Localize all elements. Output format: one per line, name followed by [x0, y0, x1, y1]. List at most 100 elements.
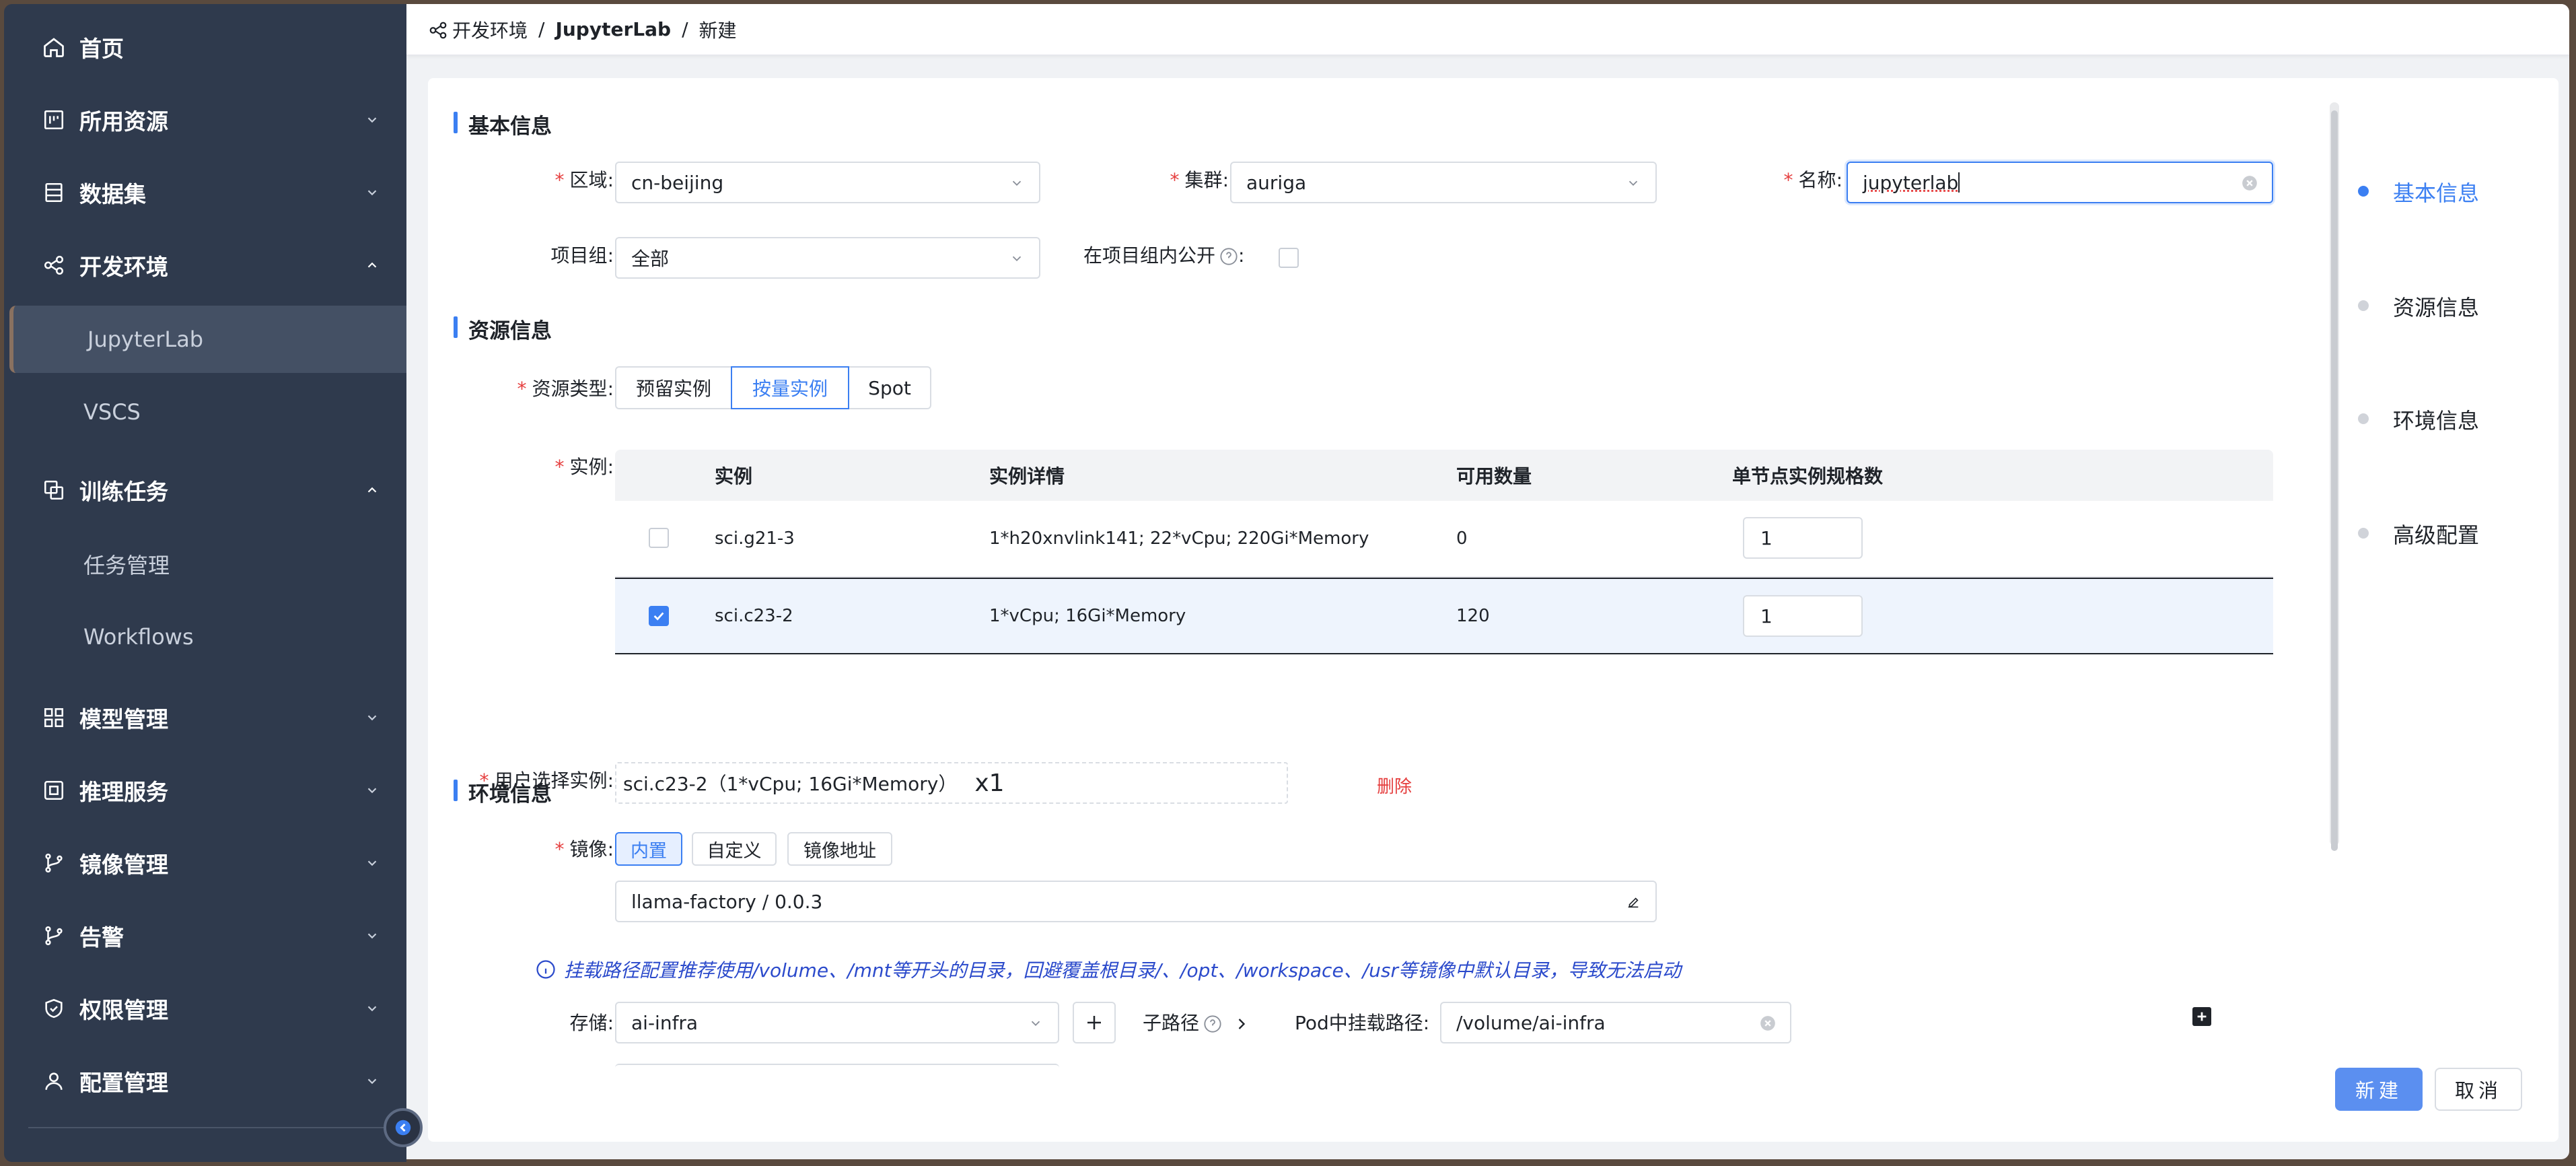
mount-path-value: /volume/ai-infra [1456, 1011, 1606, 1034]
check-icon [653, 612, 664, 621]
next-storage-row-edge [615, 1064, 1059, 1074]
region-select[interactable]: cn-beijing [615, 162, 1040, 203]
user-selected-multiplier: x1 [974, 769, 1005, 797]
sidebar-item-home[interactable]: 首页 [4, 13, 406, 81]
sidebar-item-inference[interactable]: 推理服务 [4, 757, 406, 824]
section-title-env: 环境信息 [454, 777, 552, 807]
edit-icon[interactable] [1626, 895, 1641, 910]
instance-detail: 1*h20xnvlink141; 22*vCpu; 220Gi*Memory [989, 528, 1369, 549]
name-input[interactable]: jupyterlab [1847, 162, 2273, 203]
mount-path-input[interactable]: /volume/ai-infra [1440, 1002, 1791, 1043]
delete-instance-link[interactable]: 删除 [1377, 773, 1412, 798]
chevron-down-icon [362, 110, 382, 130]
clear-icon[interactable] [2241, 174, 2258, 192]
devenv-icon [429, 22, 447, 39]
resource-type-reserved[interactable]: 预留实例 [615, 366, 732, 409]
help-icon[interactable] [1203, 1015, 1222, 1033]
anchor-resource[interactable]: 资源信息 [2393, 291, 2479, 322]
column-header: 实例详情 [989, 465, 1065, 487]
image-icon [40, 850, 67, 877]
mount-tip: 挂载路径配置推荐使用/volume、/mnt等开头的目录，回避覆盖根目录/、/o… [536, 956, 1681, 983]
table-row[interactable]: sci.c23-2 1*vCpu; 16Gi*Memory 120 1 [615, 578, 2273, 654]
sidebar-item-training[interactable]: 训练任务 [4, 456, 406, 524]
inference-icon [40, 777, 67, 804]
instance-name: sci.c23-2 [715, 606, 793, 626]
sidebar-item-devenv[interactable]: 开发环境 [4, 232, 406, 299]
resource-type-spot[interactable]: Spot [848, 366, 931, 409]
help-icon[interactable] [1219, 247, 1238, 266]
add-storage-button[interactable] [1073, 1002, 1116, 1043]
sidebar-item-label: 配置管理 [79, 1070, 168, 1096]
sidebar-divider [28, 1127, 386, 1128]
form-card: 基本信息 * 区域: cn-beijing * 集群: auriga * 名称: ju… [428, 78, 2559, 1142]
sidebar-item-label: 推理服务 [79, 779, 168, 805]
sidebar-item-label: 数据集 [79, 181, 146, 207]
user-selected-instance: sci.c23-2（1*vCpu; 16Gi*Memory） x1 [615, 762, 1288, 804]
form-scrollbar-thumb[interactable] [2331, 110, 2338, 851]
table-row[interactable]: sci.g21-3 1*h20xnvlink141; 22*vCpu; 220G… [615, 501, 2273, 578]
anchor-basic[interactable]: 基本信息 [2393, 176, 2479, 207]
public-checkbox[interactable] [1279, 248, 1299, 268]
row-checkbox[interactable] [649, 528, 669, 548]
sidebar-item-model[interactable]: 模型管理 [4, 684, 406, 751]
sidebar-item-config[interactable]: 配置管理 [4, 1048, 406, 1115]
sidebar-item-dataset[interactable]: 数据集 [4, 159, 406, 226]
chevron-up-icon [362, 480, 382, 500]
resource-type-ondemand[interactable]: 按量实例 [731, 366, 849, 409]
instance-name: sci.g21-3 [715, 528, 795, 549]
mount-tip-text: 挂载路径配置推荐使用/volume、/mnt等开头的目录，回避覆盖根目录/、/o… [564, 959, 1681, 982]
chevron-down-icon [1012, 256, 1022, 262]
info-icon [536, 960, 555, 979]
resource-type-segmented: 预留实例 按量实例 Spot [615, 366, 931, 409]
create-button[interactable]: 新建 [2335, 1068, 2423, 1111]
anchor-advanced[interactable]: 高级配置 [2393, 518, 2479, 549]
instance-table: 实例 实例详情 可用数量 单节点实例规格数 sci.g21-3 1*h20xnv… [615, 450, 2273, 654]
region-label: * 区域: [554, 169, 614, 191]
cluster-select[interactable]: auriga [1230, 162, 1657, 203]
instance-available: 0 [1456, 528, 1468, 549]
sidebar-subitem-tasks[interactable]: 任务管理 [9, 530, 406, 598]
breadcrumb: 开发环境 / JupyterLab / 新建 [406, 4, 2569, 55]
sidebar-subitem-vscs[interactable]: VSCS [9, 378, 406, 446]
instance-count-value: 1 [1760, 526, 1773, 549]
storage-label: 存储: [569, 1012, 614, 1034]
image-label: * 镜像: [554, 838, 614, 860]
sidebar-subitem-label: 任务管理 [83, 553, 170, 578]
breadcrumb-mid[interactable]: JupyterLab [555, 18, 671, 40]
instance-count-input[interactable]: 1 [1743, 517, 1863, 559]
instance-count-value: 1 [1760, 605, 1773, 627]
chevron-right-icon[interactable] [1232, 1015, 1251, 1033]
sidebar-item-resources[interactable]: 所用资源 [4, 86, 406, 153]
sidebar-collapse-button[interactable] [384, 1108, 423, 1147]
add-mount-button[interactable] [2192, 1007, 2211, 1026]
image-option-address[interactable]: 镜像地址 [787, 832, 892, 866]
anchor-env[interactable]: 环境信息 [2393, 404, 2479, 435]
sidebar-item-label: 模型管理 [79, 706, 168, 732]
image-option-builtin[interactable]: 内置 [615, 832, 682, 866]
chevron-down-icon [1629, 180, 1638, 186]
storage-select[interactable]: ai-infra [615, 1002, 1059, 1043]
row-checkbox[interactable] [649, 606, 669, 626]
group-select[interactable]: 全部 [615, 237, 1040, 279]
chevron-down-icon [362, 998, 382, 1019]
sidebar-item-image[interactable]: 镜像管理 [4, 829, 406, 897]
cancel-button[interactable]: 取消 [2435, 1068, 2522, 1111]
image-select[interactable]: llama-factory / 0.0.3 [615, 881, 1657, 922]
sidebar-subitem-workflows[interactable]: Workflows [9, 603, 406, 671]
cluster-label: * 集群: [1170, 169, 1229, 191]
image-option-custom[interactable]: 自定义 [692, 832, 777, 866]
permission-icon [40, 995, 67, 1022]
chevron-down-icon [362, 182, 382, 203]
clear-icon[interactable] [1759, 1015, 1777, 1032]
collapse-icon [395, 1120, 411, 1136]
main-content: 开发环境 / JupyterLab / 新建 基本信息 * 区域: cn-beij… [406, 4, 2569, 1159]
breadcrumb-root[interactable]: 开发环境 [452, 16, 528, 43]
sidebar-item-alert[interactable]: 告警 [4, 902, 406, 969]
public-label: 在项目组内公开: [1083, 244, 1245, 267]
sidebar-item-permission[interactable]: 权限管理 [4, 975, 406, 1042]
instance-available: 120 [1456, 606, 1490, 626]
subpath-label[interactable]: 子路径 [1143, 1008, 1251, 1035]
chevron-up-icon [362, 255, 382, 275]
sidebar-subitem-jupyterlab[interactable]: JupyterLab [9, 306, 406, 373]
instance-count-input[interactable]: 1 [1743, 595, 1863, 637]
